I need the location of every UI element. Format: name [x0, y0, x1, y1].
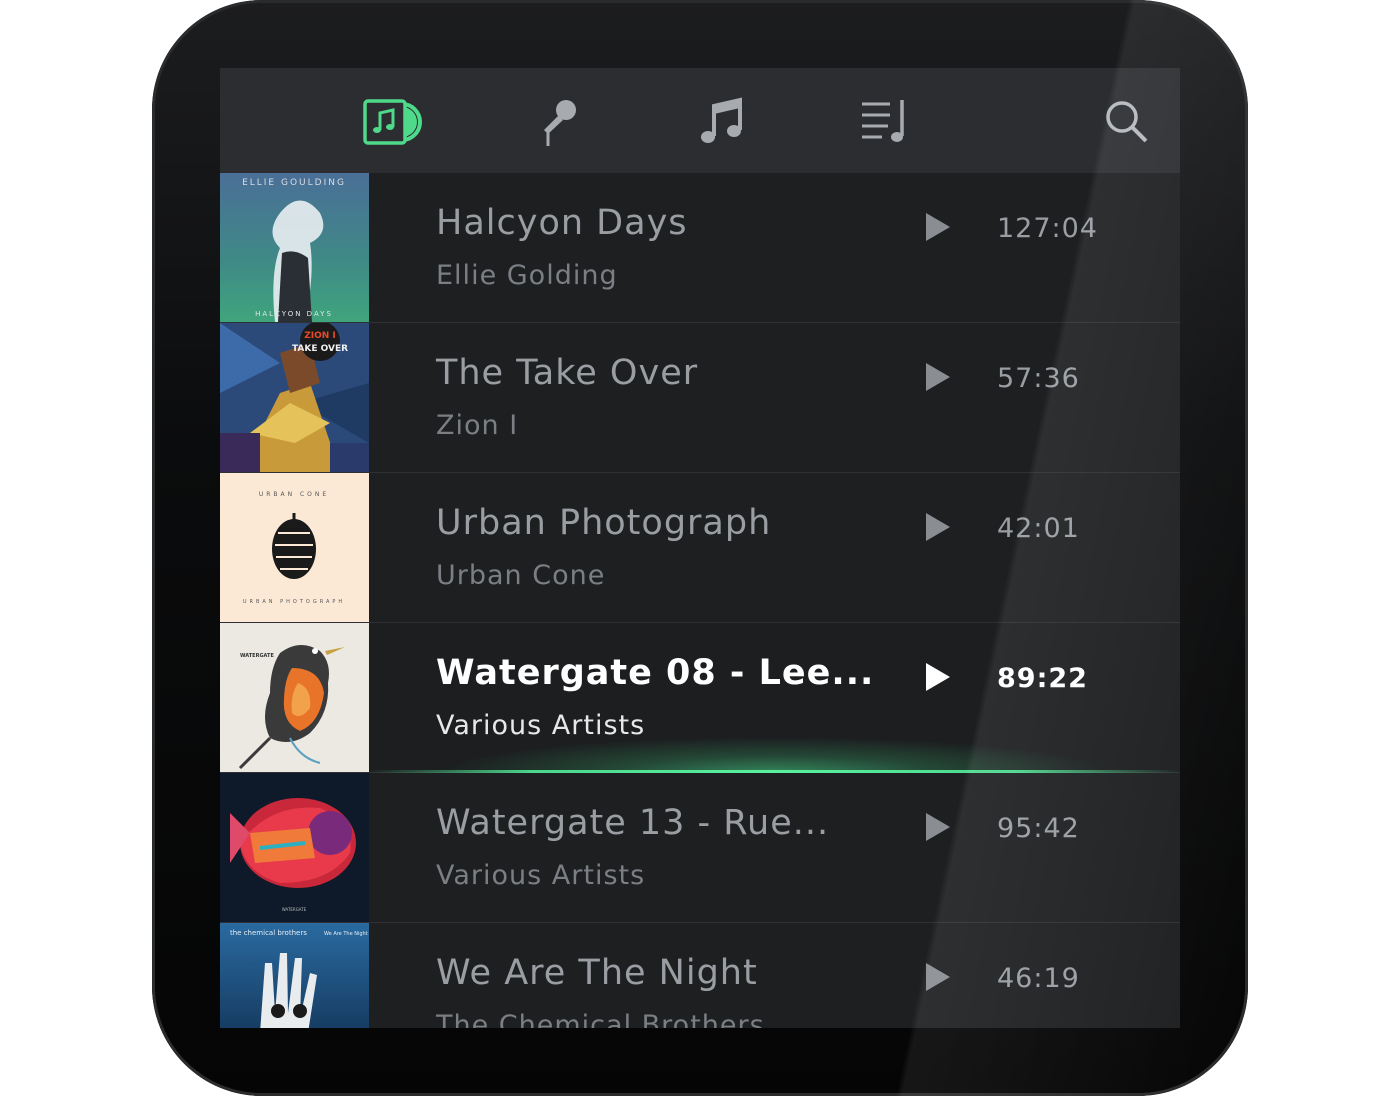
- tab-albums[interactable]: [360, 90, 424, 154]
- album-artist: The Chemical Brothers: [436, 1010, 765, 1028]
- album-artist: Ellie Golding: [436, 260, 618, 291]
- art-text: ELLIE GOULDING: [242, 178, 346, 188]
- album-title: We Are The Night: [436, 953, 758, 993]
- album-duration: 95:42: [997, 813, 1080, 844]
- music-note-icon: [698, 96, 746, 148]
- album-note-icon: [362, 98, 422, 146]
- album-title: Urban Photograph: [436, 503, 772, 543]
- play-icon[interactable]: [924, 811, 952, 843]
- album-row[interactable]: URBAN CONE URBAN PHOTOGRAPH Urban Photog…: [220, 473, 1180, 623]
- play-icon[interactable]: [924, 661, 952, 693]
- album-title: The Take Over: [436, 353, 699, 393]
- album-title: Watergate 13 - Rue...: [436, 803, 830, 843]
- art-text: TAKE OVER: [292, 344, 348, 354]
- album-list[interactable]: ELLIE GOULDING HALCYON DAYS Halcyon Days…: [220, 173, 1180, 1028]
- album-duration: 127:04: [997, 213, 1098, 244]
- playlist-icon: [858, 98, 910, 146]
- art-text: We Are The Night: [324, 931, 368, 937]
- play-icon[interactable]: [924, 361, 952, 393]
- tab-artists[interactable]: [528, 90, 592, 154]
- art-text: HALCYON DAYS: [255, 310, 333, 318]
- play-icon[interactable]: [924, 961, 952, 993]
- tab-playlists[interactable]: [852, 90, 916, 154]
- album-art-watergate-13: WATERGATE: [220, 773, 369, 922]
- art-text: the chemical brothers: [230, 929, 307, 937]
- tab-songs[interactable]: [690, 90, 754, 154]
- art-text: ZION I: [304, 331, 336, 341]
- album-artist: Various Artists: [436, 710, 646, 741]
- album-artist: Various Artists: [436, 860, 646, 891]
- album-row[interactable]: ELLIE GOULDING HALCYON DAYS Halcyon Days…: [220, 173, 1180, 323]
- album-art-we-are-the-night: the chemical brothers We Are The Night: [220, 923, 369, 1028]
- art-text: URBAN CONE: [259, 491, 329, 498]
- search-icon: [1103, 98, 1151, 146]
- album-art-halcyon-days: ELLIE GOULDING HALCYON DAYS: [220, 173, 369, 322]
- album-duration: 42:01: [997, 513, 1080, 544]
- tablet-device: ELLIE GOULDING HALCYON DAYS Halcyon Days…: [152, 0, 1248, 1096]
- album-row-active[interactable]: WATERGATE Watergate 08 - Lee... Various …: [220, 623, 1180, 773]
- search-button[interactable]: [1095, 90, 1159, 154]
- album-duration: 46:19: [997, 963, 1080, 994]
- album-row[interactable]: the chemical brothers We Are The Night W…: [220, 923, 1180, 1028]
- album-art-watergate-08: WATERGATE: [220, 623, 369, 772]
- album-row[interactable]: WATERGATE Watergate 13 - Rue... Various …: [220, 773, 1180, 923]
- play-icon[interactable]: [924, 511, 952, 543]
- microphone-icon: [536, 96, 584, 148]
- album-artist: Zion I: [436, 410, 519, 441]
- album-title: Halcyon Days: [436, 203, 688, 243]
- top-nav-bar: [220, 68, 1180, 174]
- album-art-the-take-over: ZION I TAKE OVER: [220, 323, 369, 472]
- art-text: WATERGATE: [240, 653, 274, 659]
- album-art-urban-photograph: URBAN CONE URBAN PHOTOGRAPH: [220, 473, 369, 622]
- album-duration: 89:22: [997, 663, 1088, 694]
- album-duration: 57:36: [997, 363, 1080, 394]
- album-artist: Urban Cone: [436, 560, 606, 591]
- app-screen: ELLIE GOULDING HALCYON DAYS Halcyon Days…: [220, 68, 1180, 1028]
- art-text: WATERGATE: [282, 907, 307, 912]
- album-title: Watergate 08 - Lee...: [436, 653, 875, 693]
- album-row[interactable]: ZION I TAKE OVER The Take Over Zion I 57…: [220, 323, 1180, 473]
- play-icon[interactable]: [924, 211, 952, 243]
- art-text: URBAN PHOTOGRAPH: [243, 599, 345, 605]
